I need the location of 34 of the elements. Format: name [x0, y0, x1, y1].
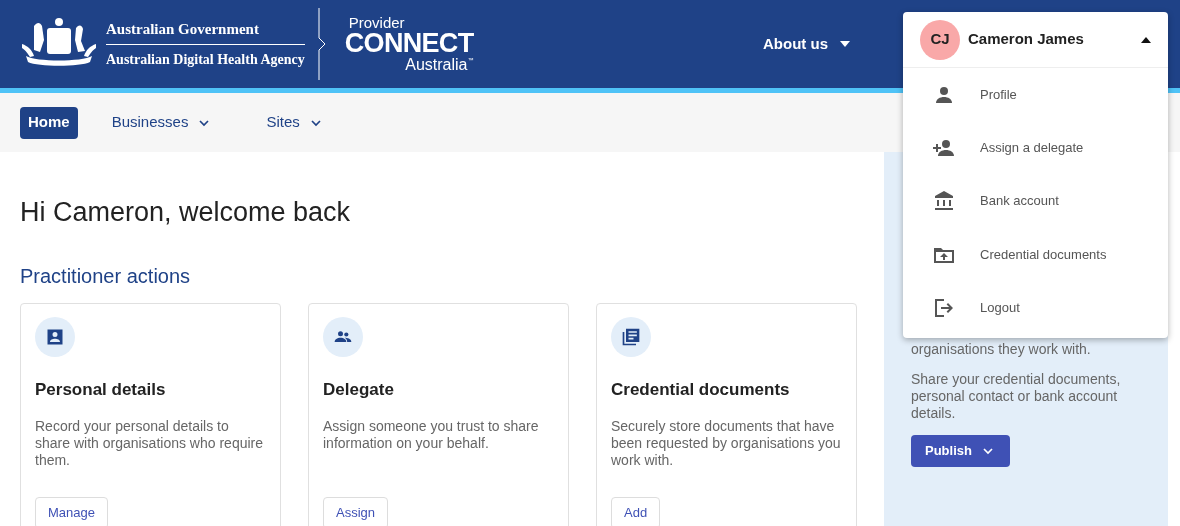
nav-tab[interactable]: Sites	[246, 106, 344, 139]
documents-icon	[621, 326, 641, 347]
user-menu-item[interactable]: Assign a delegate	[903, 121, 1168, 175]
user-menu-item[interactable]: Credential documents	[903, 227, 1168, 282]
caret-up-icon	[1141, 36, 1151, 43]
card-description: Securely store documents that have been requested by organisations you work with.	[611, 418, 842, 470]
user-name: Cameron James	[968, 29, 1085, 50]
agency-name: Australian Digital Health Agency	[106, 51, 305, 70]
card-description: Assign someone you trust to share information on your behalf.	[323, 418, 540, 453]
logo-provider: Provider	[348, 15, 406, 30]
card-title: Personal details	[35, 378, 167, 401]
card-description: Record your personal details to share with organisations who require them.	[35, 418, 264, 470]
user-menu-item[interactable]: Profile	[903, 68, 1168, 122]
user-menu-item[interactable]: Logout	[903, 281, 1168, 335]
caret-down-icon	[840, 41, 850, 47]
government-name: Australian Government	[106, 17, 305, 46]
card-button[interactable]: Add	[611, 497, 661, 526]
user-menu-item[interactable]: Bank account	[903, 174, 1168, 228]
publish-button[interactable]: Publish	[911, 435, 1010, 467]
about-us-menu[interactable]: About us	[763, 32, 850, 56]
panel-text: Share your credential documents, personal contact or bank account details.	[911, 371, 1122, 422]
section-heading: Practitioner actions	[20, 263, 192, 289]
nav-tab[interactable]: Businesses	[91, 106, 233, 139]
user-menu-toggle[interactable]: CJ Cameron James	[903, 12, 1168, 68]
user-avatar: CJ	[920, 19, 960, 60]
card-button[interactable]: Manage	[35, 497, 108, 526]
panel-text: organisations they work with.	[911, 341, 1092, 358]
card-button[interactable]: Assign	[323, 497, 389, 526]
card-title: Delegate	[323, 378, 395, 401]
logo-connect: CONNECT	[344, 30, 474, 57]
welcome-heading: Hi Cameron, welcome back	[20, 196, 352, 229]
nav-tab[interactable]: Home	[20, 106, 78, 139]
card-title: Credential documents	[611, 378, 791, 401]
logo-australia: Australia	[405, 57, 468, 73]
